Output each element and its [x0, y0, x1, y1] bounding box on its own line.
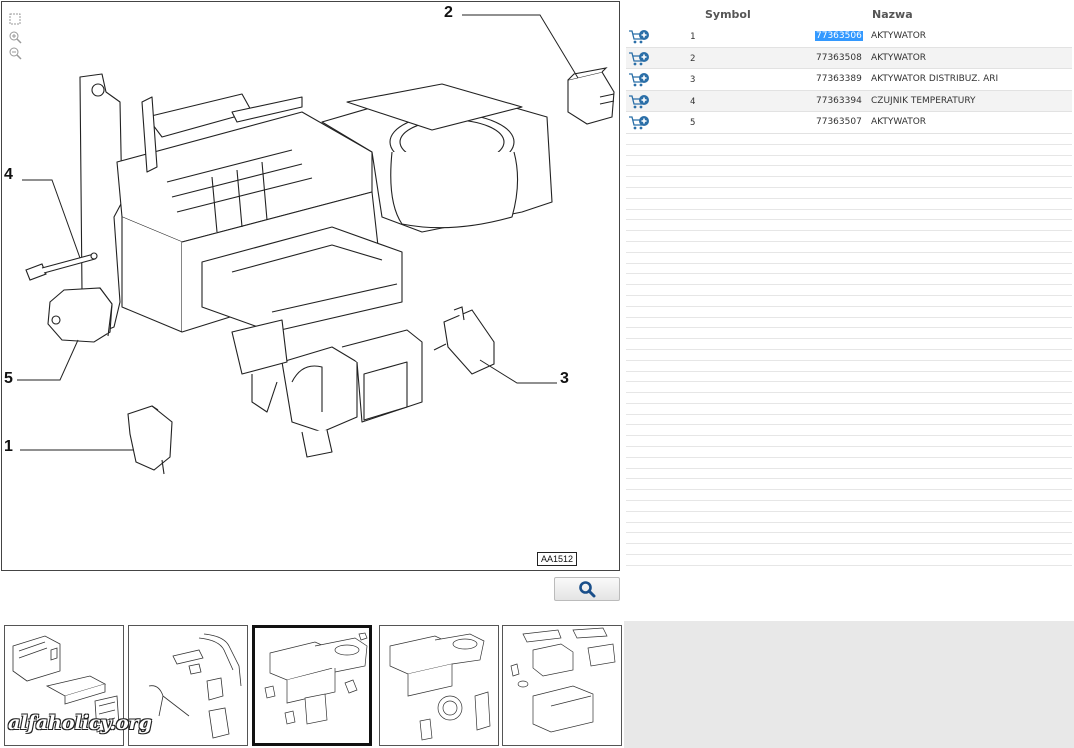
empty-rows — [626, 134, 1072, 566]
empty-table-row — [626, 145, 1072, 156]
empty-table-row — [626, 210, 1072, 221]
thumbnail-4[interactable] — [379, 625, 499, 746]
empty-table-row — [626, 512, 1072, 523]
empty-table-row — [626, 361, 1072, 372]
hvac-unit-drawing — [17, 14, 615, 475]
row-part-number[interactable]: 77363508 — [815, 53, 863, 63]
row-part-name: AKTYWATOR — [871, 117, 927, 128]
table-row[interactable]: 1 77363506 AKTYWATOR — [626, 26, 1072, 48]
zoom-in-icon[interactable] — [8, 30, 22, 44]
empty-table-row — [626, 220, 1072, 232]
cart-add-icon[interactable] — [628, 51, 650, 67]
empty-table-row — [626, 533, 1072, 545]
empty-table-row — [626, 479, 1072, 491]
table-row[interactable]: 5 77363507 AKTYWATOR — [626, 112, 1072, 134]
header-name[interactable]: Nazwa — [872, 8, 913, 21]
empty-table-row — [626, 436, 1072, 448]
empty-table-row — [626, 328, 1072, 340]
empty-table-row — [626, 350, 1072, 361]
table-row[interactable]: 2 77363508 AKTYWATOR — [626, 47, 1072, 70]
table-row[interactable]: 4 77363394 CZUJNIK TEMPERATURY — [626, 90, 1072, 113]
watermark: alfaholicy.org — [8, 712, 152, 734]
empty-table-row — [626, 555, 1072, 566]
empty-table-row — [626, 490, 1072, 502]
zoom-out-icon[interactable] — [8, 46, 22, 60]
empty-table-row — [626, 188, 1072, 199]
thumbnail-5[interactable] — [502, 625, 622, 746]
empty-table-row — [626, 264, 1072, 275]
thumbnail-area-background — [624, 621, 1074, 748]
thumbnail-3[interactable] — [252, 625, 372, 746]
cart-add-icon[interactable] — [628, 94, 650, 110]
empty-table-row — [626, 307, 1072, 318]
table-header: Symbol Nazwa — [626, 0, 1072, 26]
empty-table-row — [626, 415, 1072, 426]
empty-table-row — [626, 458, 1072, 469]
empty-table-row — [626, 274, 1072, 286]
empty-table-row — [626, 156, 1072, 167]
empty-table-row — [626, 501, 1072, 512]
row-part-name: CZUJNIK TEMPERATURY — [871, 95, 976, 106]
row-part-number[interactable]: 77363389 — [815, 74, 863, 84]
callout-5[interactable]: 5 — [4, 370, 13, 388]
row-part-number[interactable]: 77363506 — [815, 31, 863, 41]
row-part-name: AKTYWATOR — [871, 52, 927, 63]
empty-table-row — [626, 318, 1072, 329]
row-symbol: 5 — [690, 118, 696, 129]
empty-table-row — [626, 231, 1072, 242]
empty-table-row — [626, 425, 1072, 437]
row-symbol: 3 — [690, 75, 696, 86]
row-part-name: AKTYWATOR DISTRIBUZ. ARI — [871, 74, 999, 85]
thumbnail-drawing — [264, 632, 368, 725]
callout-3[interactable]: 3 — [560, 370, 569, 388]
parts-table: Symbol Nazwa 1 77363506 AKTYWATOR 2 7736… — [626, 0, 1072, 566]
empty-table-row — [626, 199, 1072, 210]
search-button[interactable] — [554, 577, 620, 601]
empty-table-row — [626, 285, 1072, 296]
empty-table-row — [626, 544, 1072, 556]
thumbnail-drawing — [510, 627, 616, 733]
empty-table-row — [626, 469, 1072, 480]
callout-1[interactable]: 1 — [4, 438, 13, 456]
callout-2[interactable]: 2 — [444, 4, 453, 22]
row-symbol: 2 — [690, 53, 696, 64]
diagram-code: AA1512 — [536, 552, 577, 566]
empty-table-row — [626, 242, 1072, 253]
empty-table-row — [626, 523, 1072, 534]
row-part-name: AKTYWATOR — [871, 31, 927, 41]
empty-table-row — [626, 296, 1072, 307]
thumbnail-drawing — [389, 633, 491, 741]
empty-table-row — [626, 372, 1072, 383]
search-icon — [579, 581, 596, 598]
empty-table-row — [626, 404, 1072, 415]
parts-diagram[interactable]: 2 4 5 3 1 AA1512 — [1, 1, 620, 571]
select-icon[interactable] — [8, 12, 22, 26]
empty-table-row — [626, 177, 1072, 188]
empty-table-row — [626, 166, 1072, 178]
cart-add-icon[interactable] — [628, 72, 650, 88]
empty-table-row — [626, 253, 1072, 264]
row-part-number[interactable]: 77363507 — [815, 117, 863, 127]
cart-add-icon[interactable] — [628, 29, 650, 45]
empty-table-row — [626, 382, 1072, 394]
cart-add-icon[interactable] — [628, 115, 650, 131]
empty-table-row — [626, 134, 1072, 145]
row-part-number[interactable]: 77363394 — [815, 96, 863, 106]
row-symbol: 1 — [690, 32, 696, 42]
empty-table-row — [626, 447, 1072, 458]
empty-table-row — [626, 339, 1072, 350]
table-row[interactable]: 3 77363389 AKTYWATOR DISTRIBUZ. ARI — [626, 69, 1072, 91]
callout-4[interactable]: 4 — [4, 166, 13, 184]
header-symbol[interactable]: Symbol — [705, 8, 751, 21]
row-symbol: 4 — [690, 96, 696, 107]
empty-table-row — [626, 393, 1072, 404]
